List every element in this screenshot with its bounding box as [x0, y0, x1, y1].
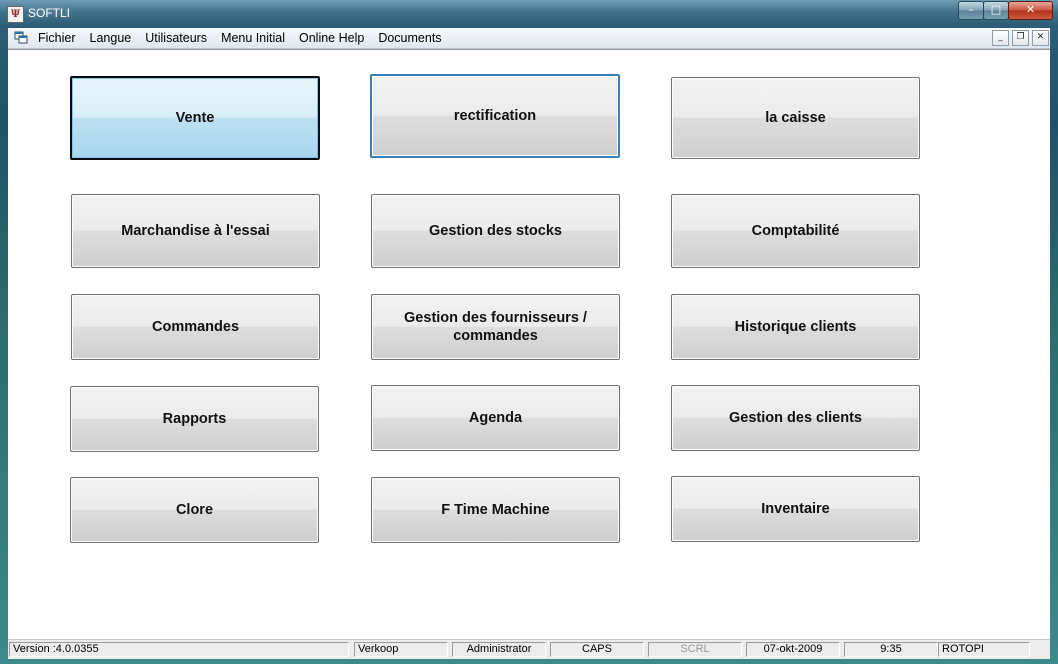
mdi-close-button[interactable]: ✕ — [1032, 30, 1049, 46]
menu-documents[interactable]: Documents — [378, 28, 448, 48]
mdi-minimize-button[interactable]: _ — [992, 30, 1009, 46]
rectification-button[interactable]: rectification — [370, 74, 620, 158]
status-time: 9:35 — [844, 642, 938, 657]
menu-items: Fichier Langue Utilisateurs Menu Initial… — [38, 28, 456, 48]
minimize-button[interactable]: – — [958, 1, 984, 20]
agenda-button[interactable]: Agenda — [371, 385, 620, 451]
mdi-system-menu-icon[interactable] — [14, 31, 28, 44]
status-mode: Verkoop — [354, 642, 448, 657]
commandes-button[interactable]: Commandes — [71, 294, 320, 360]
comptabilite-button[interactable]: Comptabilité — [671, 194, 920, 268]
main-menu-panel: Vente rectification la caisse Marchandis… — [8, 49, 1050, 640]
status-user: Administrator — [452, 642, 546, 657]
close-button[interactable]: ✕ — [1008, 1, 1053, 20]
title-bar[interactable]: Ψ SOFTLI – □ ✕ — [0, 0, 1058, 28]
menu-langue[interactable]: Langue — [90, 28, 139, 48]
rapports-button[interactable]: Rapports — [70, 386, 319, 452]
status-date: 07-okt-2009 — [746, 642, 840, 657]
f-time-machine-button[interactable]: F Time Machine — [371, 477, 620, 543]
mdi-system-menu-icon-graphic — [14, 31, 28, 44]
mdi-restore-button[interactable]: ❐ — [1012, 30, 1029, 46]
menu-fichier[interactable]: Fichier — [38, 28, 83, 48]
gestion-des-fournisseurs-button[interactable]: Gestion des fournisseurs / commandes — [371, 294, 620, 360]
status-caps: CAPS — [550, 642, 644, 657]
gestion-des-clients-button[interactable]: Gestion des clients — [671, 385, 920, 451]
window-title: SOFTLI — [28, 6, 71, 20]
status-station: ROTOPI — [938, 642, 1030, 657]
menu-bar: Fichier Langue Utilisateurs Menu Initial… — [8, 28, 1050, 49]
app-logo-icon[interactable]: Ψ — [7, 6, 24, 23]
maximize-button[interactable]: □ — [983, 1, 1009, 20]
status-bar: Version :4.0.0355 Verkoop Administrator … — [8, 639, 1050, 659]
la-caisse-button[interactable]: la caisse — [671, 77, 920, 159]
status-scrl: SCRL — [648, 642, 742, 657]
menu-online-help[interactable]: Online Help — [299, 28, 371, 48]
vente-button[interactable]: Vente — [70, 76, 320, 160]
menu-utilisateurs[interactable]: Utilisateurs — [145, 28, 214, 48]
clore-button[interactable]: Clore — [70, 477, 319, 543]
historique-clients-button[interactable]: Historique clients — [671, 294, 920, 360]
marchandise-a-lessai-button[interactable]: Marchandise à l'essai — [71, 194, 320, 268]
menu-menu-initial[interactable]: Menu Initial — [221, 28, 292, 48]
gestion-des-stocks-button[interactable]: Gestion des stocks — [371, 194, 620, 268]
inventaire-button[interactable]: Inventaire — [671, 476, 920, 542]
status-version: Version :4.0.0355 — [9, 642, 349, 657]
